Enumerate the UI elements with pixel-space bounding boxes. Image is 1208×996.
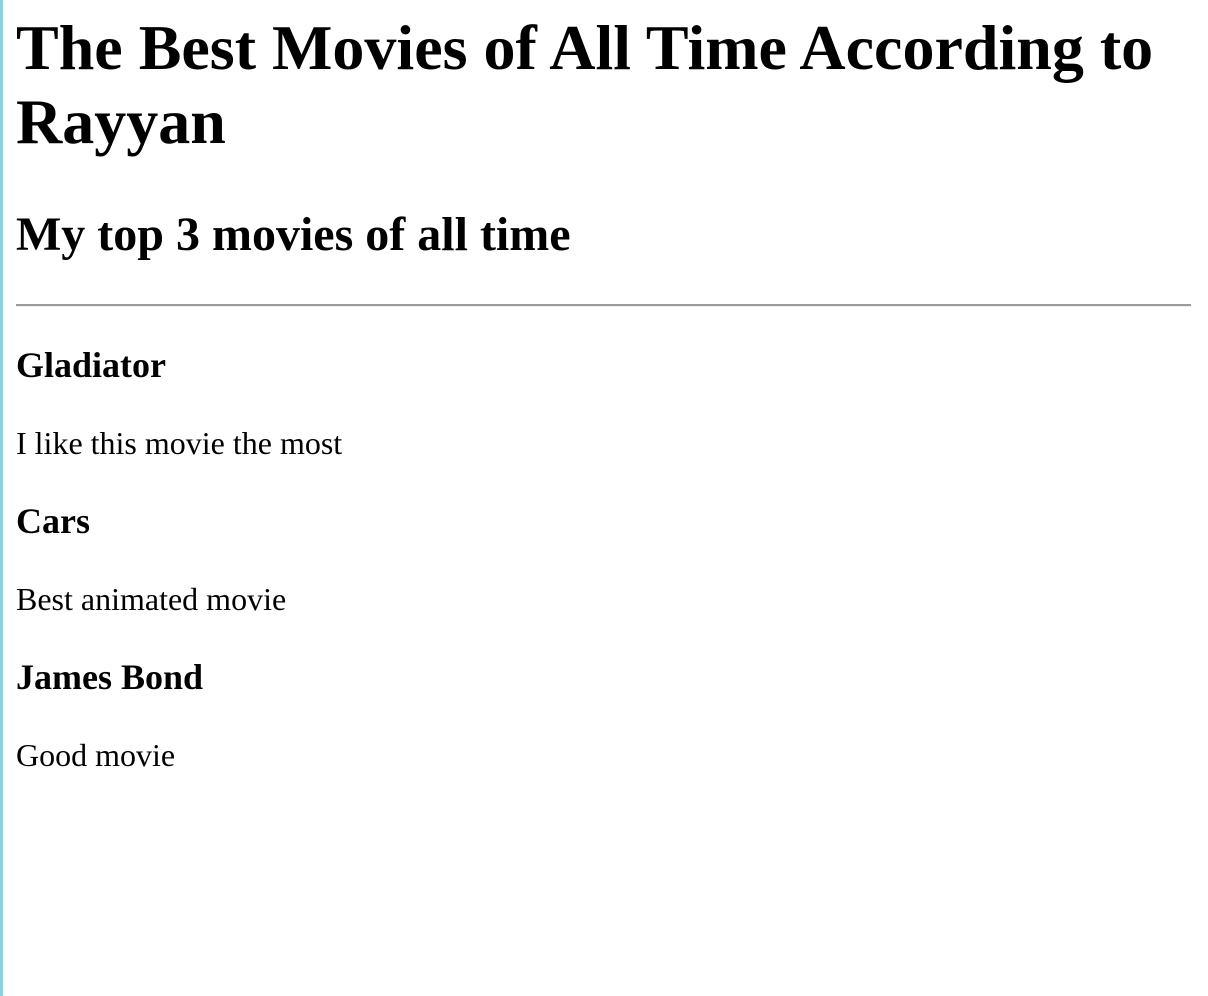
page-content: The Best Movies of All Time According to… (16, 0, 1192, 774)
page-subtitle: My top 3 movies of all time (16, 208, 571, 261)
movie-title: Gladiator (16, 345, 166, 385)
window-edge (0, 0, 3, 996)
movie-item-gladiator: Gladiator I like this movie the most (16, 344, 1192, 462)
movie-title: James Bond (16, 657, 204, 697)
movie-description: I like this movie the most (16, 425, 343, 461)
movie-item-cars: Cars Best animated movie (16, 500, 1192, 618)
movie-list: Gladiator I like this movie the most Car… (16, 344, 1192, 774)
movie-item-james-bond: James Bond Good movie (16, 656, 1192, 774)
movie-title: Cars (16, 501, 90, 541)
section-divider (16, 304, 1191, 307)
movie-description: Good movie (16, 737, 176, 773)
movie-description: Best animated movie (16, 581, 287, 617)
page-title: The Best Movies of All Time According to… (16, 12, 1154, 157)
